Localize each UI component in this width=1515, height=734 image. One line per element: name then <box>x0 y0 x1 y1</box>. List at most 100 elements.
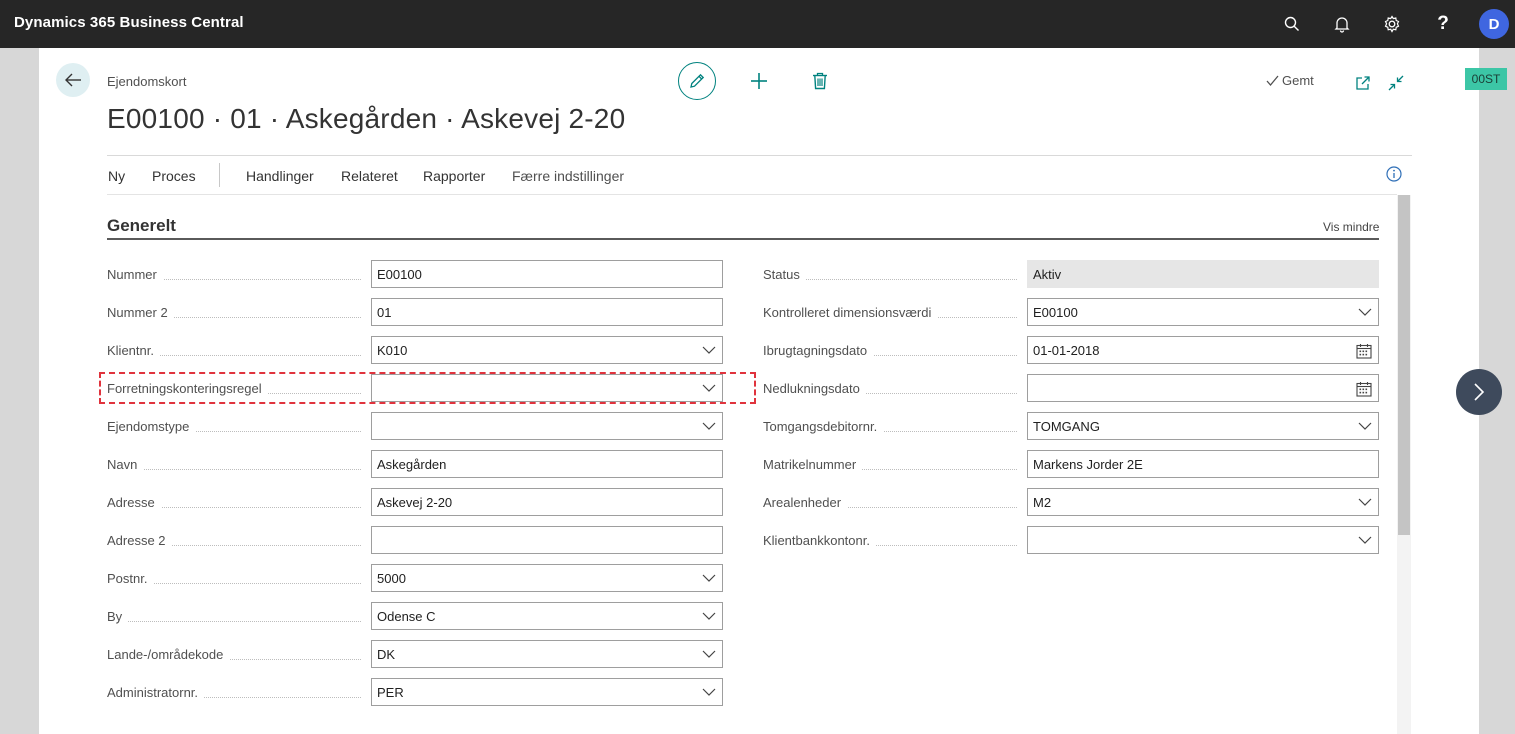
matrikelnummer-input[interactable]: Markens Jorder 2E <box>1027 450 1379 478</box>
back-button[interactable] <box>56 63 90 97</box>
field-postnr: Postnr. 5000 <box>107 564 723 592</box>
chevron-down-icon <box>702 346 716 354</box>
by-dropdown[interactable]: Odense C <box>371 602 723 630</box>
adresse-input[interactable]: Askevej 2-20 <box>371 488 723 516</box>
klientnr-dropdown[interactable]: K010 <box>371 336 723 364</box>
delete-button[interactable] <box>808 68 832 94</box>
postnr-dropdown[interactable]: 5000 <box>371 564 723 592</box>
klientbankkontonr-dropdown[interactable] <box>1027 526 1379 554</box>
nedlukningsdato-input[interactable] <box>1027 374 1379 402</box>
landekode-dropdown[interactable]: DK <box>371 640 723 668</box>
open-new-window-button[interactable] <box>1351 70 1375 96</box>
chevron-down-icon <box>1358 422 1372 430</box>
field-by: By Odense C <box>107 602 723 630</box>
field-tomgangsdebitornr: Tomgangsdebitornr. TOMGANG <box>763 412 1379 440</box>
field-nummer-2: Nummer 2 01 <box>107 298 723 326</box>
navn-input[interactable]: Askegården <box>371 450 723 478</box>
tomgangsdebitornr-dropdown[interactable]: TOMGANG <box>1027 412 1379 440</box>
search-icon[interactable] <box>1278 10 1306 38</box>
nummer-2-input[interactable]: 01 <box>371 298 723 326</box>
calendar-icon <box>1356 382 1372 397</box>
field-value: E00100 <box>1033 305 1078 320</box>
chevron-down-icon <box>702 384 716 392</box>
field-value: 5000 <box>377 571 406 586</box>
ejendomstype-dropdown[interactable] <box>371 412 723 440</box>
chevron-down-icon <box>702 612 716 620</box>
dimensionsvaerdi-dropdown[interactable]: E00100 <box>1027 298 1379 326</box>
menu-item-rapporter[interactable]: Rapporter <box>423 168 485 184</box>
collapse-button[interactable] <box>1384 70 1408 96</box>
chevron-down-icon <box>1358 536 1372 544</box>
chevron-down-icon <box>1358 308 1372 316</box>
menu-separator <box>219 163 220 187</box>
menu-item-relateret[interactable]: Relateret <box>341 168 398 184</box>
field-label: Ejendomstype <box>107 419 196 434</box>
environment-badge: 00ST <box>1465 68 1507 90</box>
field-label: Administratornr. <box>107 685 205 700</box>
field-kontrolleret-dimensionsvaerdi: Kontrolleret dimensionsværdi E00100 <box>763 298 1379 326</box>
field-arealenheder: Arealenheder M2 <box>763 488 1379 516</box>
calendar-icon <box>1356 344 1372 359</box>
bell-icon[interactable] <box>1328 10 1356 38</box>
info-icon[interactable] <box>1386 166 1402 182</box>
field-forretningskonteringsregel: Forretningskonteringsregel <box>107 374 723 402</box>
trash-icon <box>813 72 827 90</box>
field-nummer: Nummer E00100 <box>107 260 723 288</box>
field-label: Nedlukningsdato <box>763 381 866 396</box>
next-record-button[interactable] <box>1456 369 1502 415</box>
plus-icon <box>751 73 767 89</box>
field-leader-dots <box>107 620 361 622</box>
avatar[interactable]: D <box>1479 9 1509 39</box>
field-adresse-2: Adresse 2 <box>107 526 723 554</box>
show-less-link[interactable]: Vis mindre <box>1323 220 1379 234</box>
scrollbar-thumb[interactable] <box>1398 195 1410 535</box>
field-ejendomstype: Ejendomstype <box>107 412 723 440</box>
field-label: Postnr. <box>107 571 154 586</box>
saved-status: Gemt <box>1266 73 1314 88</box>
menu-item-fewer-options[interactable]: Færre indstillinger <box>512 168 624 184</box>
adresse-2-input[interactable] <box>371 526 723 554</box>
field-navn: Navn Askegården <box>107 450 723 478</box>
gear-icon[interactable] <box>1378 10 1406 38</box>
add-button[interactable] <box>747 68 771 94</box>
field-matrikelnummer: Matrikelnummer Markens Jorder 2E <box>763 450 1379 478</box>
nummer-input[interactable]: E00100 <box>371 260 723 288</box>
field-value: TOMGANG <box>1033 419 1100 434</box>
chevron-down-icon <box>702 650 716 658</box>
edit-button[interactable] <box>678 62 716 100</box>
field-label: Kontrolleret dimensionsværdi <box>763 305 938 320</box>
field-label: By <box>107 609 129 624</box>
field-label: Nummer <box>107 267 163 282</box>
checkmark-icon <box>1266 75 1279 86</box>
field-label: Nummer 2 <box>107 305 174 320</box>
field-value: 01-01-2018 <box>1033 343 1100 358</box>
arrow-left-icon <box>65 73 81 87</box>
field-label: Adresse <box>107 495 161 510</box>
help-icon[interactable]: ? <box>1429 10 1457 38</box>
arealenheder-dropdown[interactable]: M2 <box>1027 488 1379 516</box>
menu-item-proces[interactable]: Proces <box>152 168 196 184</box>
field-value: PER <box>377 685 404 700</box>
menu-item-handlinger[interactable]: Handlinger <box>246 168 314 184</box>
field-klientbankkontonr: Klientbankkontonr. <box>763 526 1379 554</box>
field-label: Klientnr. <box>107 343 160 358</box>
field-label: Klientbankkontonr. <box>763 533 876 548</box>
menu-item-ny[interactable]: Ny <box>108 168 125 184</box>
chevron-right-icon <box>1474 383 1485 401</box>
administratornr-dropdown[interactable]: PER <box>371 678 723 706</box>
menu-divider-bottom <box>107 194 1397 195</box>
field-klientnr: Klientnr. K010 <box>107 336 723 364</box>
ibrugtagningsdato-input[interactable]: 01-01-2018 <box>1027 336 1379 364</box>
field-administratornr: Administratornr. PER <box>107 678 723 706</box>
field-landekode: Lande-/områdekode DK <box>107 640 723 668</box>
menu-divider-top <box>107 155 1412 156</box>
field-label: Tomgangsdebitornr. <box>763 419 884 434</box>
field-nedlukningsdato: Nedlukningsdato <box>763 374 1379 402</box>
section-title[interactable]: Generelt <box>107 216 176 236</box>
forretningskonteringsregel-dropdown[interactable] <box>371 374 723 402</box>
breadcrumb: Ejendomskort <box>107 74 187 89</box>
field-label: Status <box>763 267 806 282</box>
section-underline <box>107 238 1379 240</box>
popout-icon <box>1356 76 1370 90</box>
field-ibrugtagningsdato: Ibrugtagningsdato 01-01-2018 <box>763 336 1379 364</box>
